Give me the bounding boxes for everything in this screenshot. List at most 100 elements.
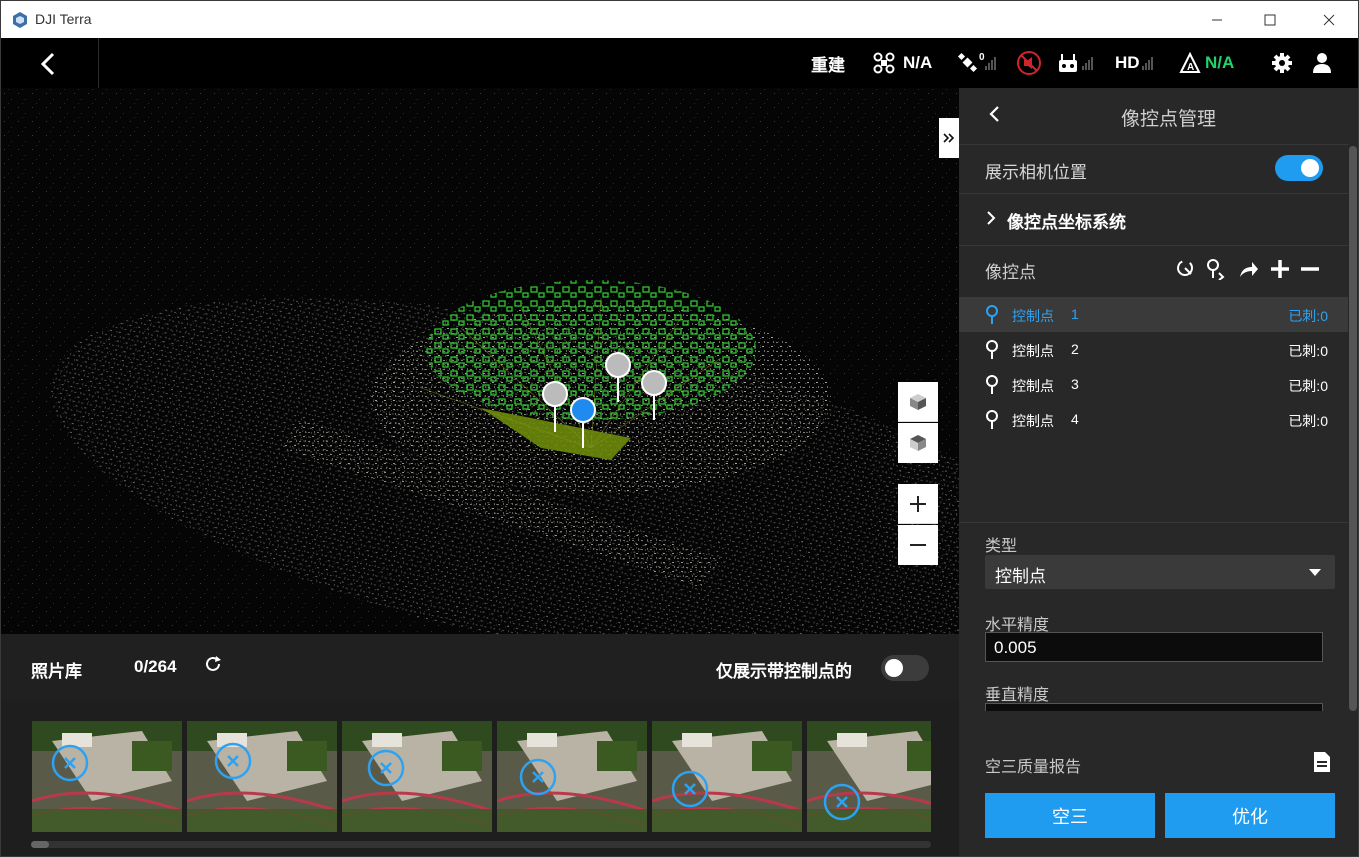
auto-locate-button[interactable] <box>1175 258 1197 285</box>
photo-thumbnail[interactable] <box>652 721 802 832</box>
minus-icon <box>910 544 926 546</box>
zoom-out-button[interactable] <box>898 525 938 565</box>
type-label: 类型 <box>985 538 1018 555</box>
gcp-name: 控制点 <box>1012 413 1054 429</box>
share-arrow-icon <box>1240 262 1258 277</box>
horizontal-accuracy-input[interactable]: 0.005 <box>985 632 1323 662</box>
speaker-button[interactable] <box>1016 38 1042 88</box>
report-label: 空三质量报告 <box>985 759 1082 776</box>
refresh-button[interactable] <box>203 654 223 679</box>
gcp-number: 4 <box>1071 411 1079 427</box>
drone-status-value: N/A <box>903 53 933 72</box>
view-3d-button[interactable] <box>898 382 938 422</box>
divider <box>959 245 1348 246</box>
gcp-list-item[interactable]: 控制点 3 已刺:0 <box>959 367 1348 402</box>
coord-system-row[interactable]: 像控点坐标系统 <box>959 194 1348 244</box>
scrollbar-thumb[interactable] <box>31 841 49 848</box>
optimize-button[interactable]: 优化 <box>1165 793 1335 838</box>
gps-status: 0 <box>957 38 999 88</box>
gcp-list-item[interactable]: 控制点 2 已刺:0 <box>959 332 1348 367</box>
rtk-status-value: N/A <box>1205 53 1235 72</box>
gcp-management-panel: 像控点管理 展示相机位置 像控点坐标系统 像控点 控制点 1 已刺:0 控制点 2 已刺:… <box>959 88 1358 856</box>
photo-library-bar: 照片库 0/264 仅展示带控制点的 <box>1 634 959 700</box>
rc-signal-bars-icon <box>1082 57 1093 70</box>
maximize-button[interactable] <box>1247 1 1293 38</box>
close-button[interactable] <box>1306 1 1352 38</box>
photo-thumbnail[interactable] <box>32 721 182 832</box>
gear-icon <box>1272 53 1292 73</box>
settings-button[interactable] <box>1271 38 1293 88</box>
filter-gcp-photos-toggle[interactable] <box>881 655 929 681</box>
photo-thumbnail[interactable] <box>342 721 492 832</box>
pin-icon <box>986 340 998 359</box>
gcp-number: 2 <box>1071 341 1079 357</box>
panel-scrollbar-track[interactable] <box>1348 144 1358 856</box>
report-button[interactable] <box>1313 751 1331 778</box>
hd-signal-icon <box>1141 57 1153 70</box>
gcp-list-item[interactable]: 控制点 1 已刺:0 <box>959 297 1348 332</box>
vertical-accuracy-label: 垂直精度 <box>985 687 1050 704</box>
back-button[interactable] <box>31 50 67 78</box>
minimize-icon <box>1212 19 1222 20</box>
divider <box>959 522 1348 523</box>
photo-library-label: 照片库 <box>31 662 82 681</box>
rtk-status: A N/A <box>1179 38 1234 88</box>
app-window: DJI Terra 重建 N/A 0 HD A N/A 照片库 0/264 仅展… <box>0 0 1359 857</box>
pin-icon <box>986 410 998 429</box>
aerotriangulation-button[interactable]: 空三 <box>985 793 1155 838</box>
add-gcp-button[interactable] <box>1269 258 1291 285</box>
point-cloud-scene <box>1 88 959 634</box>
dji-terra-logo-icon <box>11 11 29 32</box>
title-bar: DJI Terra <box>1 1 1358 38</box>
caret-down-icon <box>1309 569 1321 576</box>
divider <box>959 144 1348 145</box>
rebuild-button[interactable]: 重建 <box>811 38 845 88</box>
plus-icon <box>1271 260 1289 278</box>
pin-import-icon <box>1207 259 1225 281</box>
horizontal-accuracy-value: 0.005 <box>994 638 1037 657</box>
locate-refresh-icon <box>1177 260 1193 276</box>
panel-title: 像控点管理 <box>1120 109 1216 130</box>
aerial-photo <box>652 721 802 832</box>
minimize-button[interactable] <box>1194 1 1240 38</box>
aerial-photo <box>32 721 182 832</box>
gcp-list-item[interactable]: 控制点 4 已刺:0 <box>959 402 1348 437</box>
gcp-status: 已刺:0 <box>1288 343 1328 359</box>
gcp-name: 控制点 <box>1012 308 1054 324</box>
view-top-button[interactable] <box>898 423 938 463</box>
drone-status: N/A <box>873 38 932 88</box>
document-icon <box>1314 752 1330 772</box>
type-select[interactable]: 控制点 <box>985 555 1335 589</box>
pin-icon <box>986 305 998 324</box>
svg-text:A: A <box>1187 62 1194 73</box>
type-value: 控制点 <box>995 567 1046 586</box>
photo-strip-scrollbar[interactable] <box>31 841 931 848</box>
hd-signal-status: HD <box>1115 38 1156 88</box>
rtk-icon: A <box>1179 52 1201 73</box>
panel-toggle-button[interactable] <box>939 118 959 158</box>
coord-system-label: 像控点坐标系统 <box>1007 213 1126 232</box>
photo-thumbnail[interactable] <box>807 721 931 832</box>
show-camera-toggle[interactable] <box>1275 155 1323 181</box>
hd-label: HD <box>1115 53 1140 72</box>
remove-gcp-button[interactable] <box>1299 258 1321 285</box>
photo-thumbnail[interactable] <box>497 721 647 832</box>
export-gcp-button[interactable] <box>1237 258 1259 285</box>
top-toolbar: 重建 N/A 0 HD A N/A <box>1 38 1358 88</box>
back-icon <box>40 52 55 76</box>
gcp-status: 已刺:0 <box>1288 413 1328 429</box>
zoom-in-button[interactable] <box>898 484 938 524</box>
aerial-photo <box>342 721 492 832</box>
pin-icon <box>986 375 998 394</box>
close-icon <box>1323 14 1335 25</box>
toggle-knob <box>1301 159 1319 177</box>
user-button[interactable] <box>1311 38 1333 88</box>
photo-thumbnail[interactable] <box>187 721 337 832</box>
import-gcp-button[interactable] <box>1205 258 1227 285</box>
panel-scrollbar-thumb[interactable] <box>1349 146 1357 711</box>
gcp-number: 1 <box>1071 306 1079 322</box>
vertical-accuracy-input[interactable] <box>985 703 1323 711</box>
cube-top-icon <box>910 435 926 451</box>
gcp-status: 已刺:0 <box>1288 378 1328 394</box>
3d-viewport[interactable] <box>1 88 959 634</box>
